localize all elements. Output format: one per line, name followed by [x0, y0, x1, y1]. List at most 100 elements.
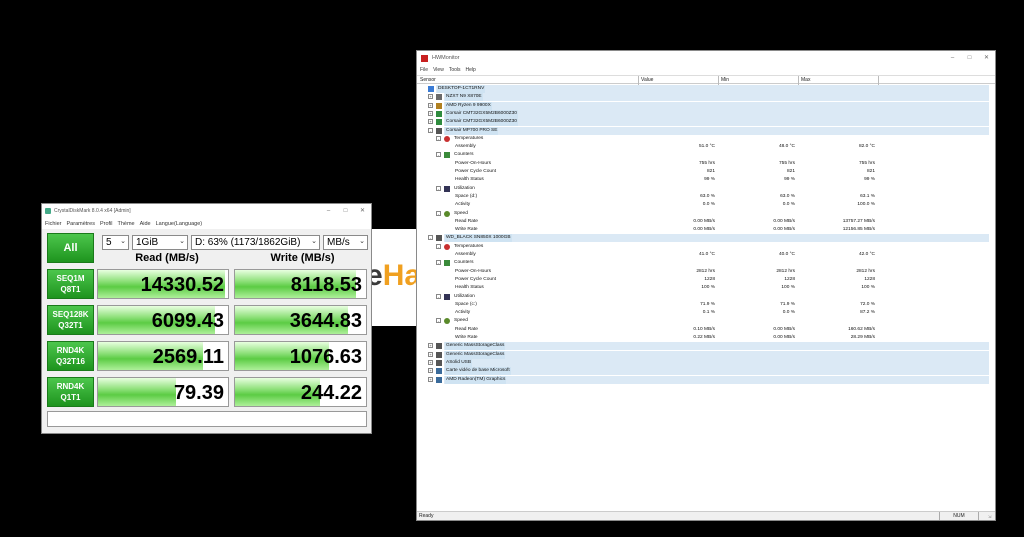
sensor-group-row[interactable]: - Speed — [417, 317, 995, 325]
unit-select[interactable]: MB/s ⌄ — [323, 235, 368, 250]
expand-icon[interactable]: + — [428, 368, 433, 374]
num-lock-indicator: NUM — [939, 512, 979, 520]
sensor-group-row[interactable]: - Speed — [417, 210, 995, 218]
sensor-value: 0.00 MB/s — [693, 227, 715, 233]
collapse-icon[interactable]: - — [436, 135, 441, 141]
column-value[interactable]: Value — [641, 77, 653, 83]
sensor-group-row[interactable]: + AMD Ryzen 9 9900X — [417, 101, 995, 110]
sensor-group-row[interactable]: + ASolid USB — [417, 358, 995, 367]
rnd4k-q1t1-button[interactable]: RND4K Q1T1 — [47, 377, 94, 407]
menu-tools[interactable]: Tools — [449, 67, 461, 73]
seq1m-q8t1-button[interactable]: SEQ1M Q8T1 — [47, 269, 94, 299]
expand-icon[interactable]: + — [428, 110, 433, 116]
read-value: 6099.43 — [151, 310, 224, 332]
seq128k-q32t1-button[interactable]: SEQ128K Q32T1 — [47, 305, 94, 335]
sensor-reading-row[interactable]: Activity 0.0 % 0.0 % 100.0 % — [417, 201, 995, 209]
menu-aide[interactable]: Aide — [140, 221, 151, 227]
sensor-group-row[interactable]: + AMD Radeon(TM) Graphics — [417, 375, 995, 384]
menu-view[interactable]: View — [433, 67, 444, 73]
write-value: 1076.63 — [289, 346, 362, 368]
sensor-group-row[interactable]: + Generic MassStorageClass — [417, 350, 995, 359]
sensor-reading-row[interactable]: Health Status 99 % 99 % 99 % — [417, 176, 995, 184]
expand-icon[interactable]: + — [428, 343, 433, 349]
sensor-group-row[interactable]: - Temperatures — [417, 243, 995, 251]
maximize-icon[interactable]: □ — [337, 204, 354, 218]
sensor-reading-row[interactable]: Write Rate 0.22 MB/s 0.00 MB/s 28.29 MB/s — [417, 334, 995, 342]
sensor-group-row[interactable]: - Temperatures — [417, 135, 995, 143]
close-icon[interactable]: ✕ — [354, 204, 371, 218]
sensor-reading-row[interactable]: Activity 0.1 % 0.0 % 87.2 % — [417, 309, 995, 317]
sensor-group-row[interactable]: + Carte vidéo de base Microsoft — [417, 367, 995, 376]
maximize-icon[interactable]: □ — [961, 51, 978, 65]
sensor-reading-row[interactable]: Space (c:) 71.9 % 71.9 % 72.0 % — [417, 301, 995, 309]
sensor-group-row[interactable]: + NZXT N9 X870E — [417, 93, 995, 102]
hwm-title-bar[interactable]: HWMonitor – □ ✕ — [417, 51, 995, 65]
menu-help[interactable]: Help — [466, 67, 476, 73]
sensor-group-row[interactable]: - Utilization — [417, 293, 995, 301]
column-max[interactable]: Max — [801, 77, 810, 83]
collapse-icon[interactable]: - — [436, 185, 441, 191]
expand-icon[interactable]: + — [428, 376, 433, 382]
sensor-group-row[interactable]: - Counters — [417, 151, 995, 159]
chevron-down-icon: ⌄ — [179, 238, 185, 245]
sensor-group-row[interactable]: + Corsair CMT32GX5M2B6000Z30 — [417, 109, 995, 118]
sensor-reading-row[interactable]: Read Rate 0.00 MB/s 0.00 MB/s 13757.27 MB/s — [417, 218, 995, 226]
sensor-reading-row[interactable]: Assembly 41.0 °C 40.0 °C 42.0 °C — [417, 251, 995, 259]
sensor-group-row[interactable]: - Counters — [417, 259, 995, 267]
sensor-reading-row[interactable]: Assembly 51.0 °C 48.0 °C 82.0 °C — [417, 143, 995, 151]
sensor-group-row[interactable]: + Generic MassStorageClass — [417, 342, 995, 351]
size-select[interactable]: 1GiB ⌄ — [132, 235, 188, 250]
expand-icon[interactable]: + — [428, 119, 433, 125]
drive-select[interactable]: D: 63% (1173/1862GiB) ⌄ — [191, 235, 320, 250]
count-select[interactable]: 5 ⌄ — [102, 235, 129, 250]
expand-icon[interactable]: + — [428, 351, 433, 357]
hwmonitor-app-icon — [421, 54, 428, 62]
expand-icon[interactable]: + — [428, 359, 433, 365]
menu-langue[interactable]: Langue(Language) — [156, 221, 203, 227]
collapse-icon[interactable]: - — [436, 210, 441, 216]
menu-parametres[interactable]: Paramètres — [67, 221, 95, 227]
collapse-icon[interactable]: - — [436, 152, 441, 158]
unit-value: MB/s — [327, 237, 350, 248]
crystaldiskmark-app-icon — [45, 208, 51, 214]
all-button[interactable]: All — [47, 233, 94, 263]
sensor-group-row[interactable]: - Corsair MP700 PRO SE — [417, 126, 995, 135]
sensor-reading-row[interactable]: Write Rate 0.00 MB/s 0.00 MB/s 12156.85 MB/… — [417, 226, 995, 234]
menu-profil[interactable]: Profil — [100, 221, 113, 227]
column-min[interactable]: Min — [721, 77, 729, 83]
collapse-icon[interactable]: - — [436, 318, 441, 324]
menu-fichier[interactable]: Fichier — [45, 221, 62, 227]
sensor-group-row[interactable]: - WD_BLACK SN850X 1000GB — [417, 234, 995, 243]
sensor-min: 0.00 MB/s — [773, 227, 795, 233]
resize-grip-icon[interactable]: ⇲ — [988, 514, 993, 519]
sensor-reading-row[interactable]: Power Cycle Count 1228 1228 1228 — [417, 276, 995, 284]
speed-icon — [444, 210, 450, 217]
sensor-reading-row[interactable]: Read Rate 0.10 MB/s 0.00 MB/s 160.62 MB/s — [417, 326, 995, 334]
sensor-reading-row[interactable]: Power-On-Hours 2812 hrs 2812 hrs 2812 hrs — [417, 268, 995, 276]
collapse-icon[interactable]: - — [436, 243, 441, 249]
collapse-icon[interactable]: - — [428, 127, 433, 133]
close-icon[interactable]: ✕ — [978, 51, 995, 65]
sensor-label: Generic MassStorageClass — [445, 342, 506, 351]
sensor-reading-row[interactable]: Space (d:) 63.0 % 63.0 % 63.1 % — [417, 193, 995, 201]
collapse-icon[interactable]: - — [428, 235, 433, 241]
sensor-group-row[interactable]: - Utilization — [417, 185, 995, 193]
sensor-reading-row[interactable]: Health Status 100 % 100 % 100 % — [417, 284, 995, 292]
sensor-reading-row[interactable]: Power-On-Hours 755 hrs 755 hrs 755 hrs — [417, 160, 995, 168]
cdm-title-bar[interactable]: CrystalDiskMark 8.0.4 x64 [Admin] – □ ✕ — [42, 204, 371, 218]
column-sensor[interactable]: Sensor — [420, 77, 436, 83]
sensor-group-row[interactable]: DESKTOP-1CT1RNV — [417, 85, 995, 93]
minimize-icon[interactable]: – — [320, 204, 337, 218]
collapse-icon[interactable]: - — [436, 293, 441, 299]
comment-field[interactable] — [47, 411, 367, 427]
rnd4k-q32t16-button[interactable]: RND4K Q32T16 — [47, 341, 94, 371]
collapse-icon[interactable]: - — [436, 260, 441, 266]
menu-file[interactable]: File — [420, 67, 428, 73]
sensor-reading-row[interactable]: Power Cycle Count 821 821 821 — [417, 168, 995, 176]
sensor-max: 2812 hrs — [856, 268, 875, 274]
sensor-group-row[interactable]: + Corsair CMT32GX5M2B6000Z30 — [417, 118, 995, 127]
expand-icon[interactable]: + — [428, 94, 433, 100]
menu-theme[interactable]: Thème — [117, 221, 134, 227]
minimize-icon[interactable]: – — [944, 51, 961, 65]
expand-icon[interactable]: + — [428, 102, 433, 108]
